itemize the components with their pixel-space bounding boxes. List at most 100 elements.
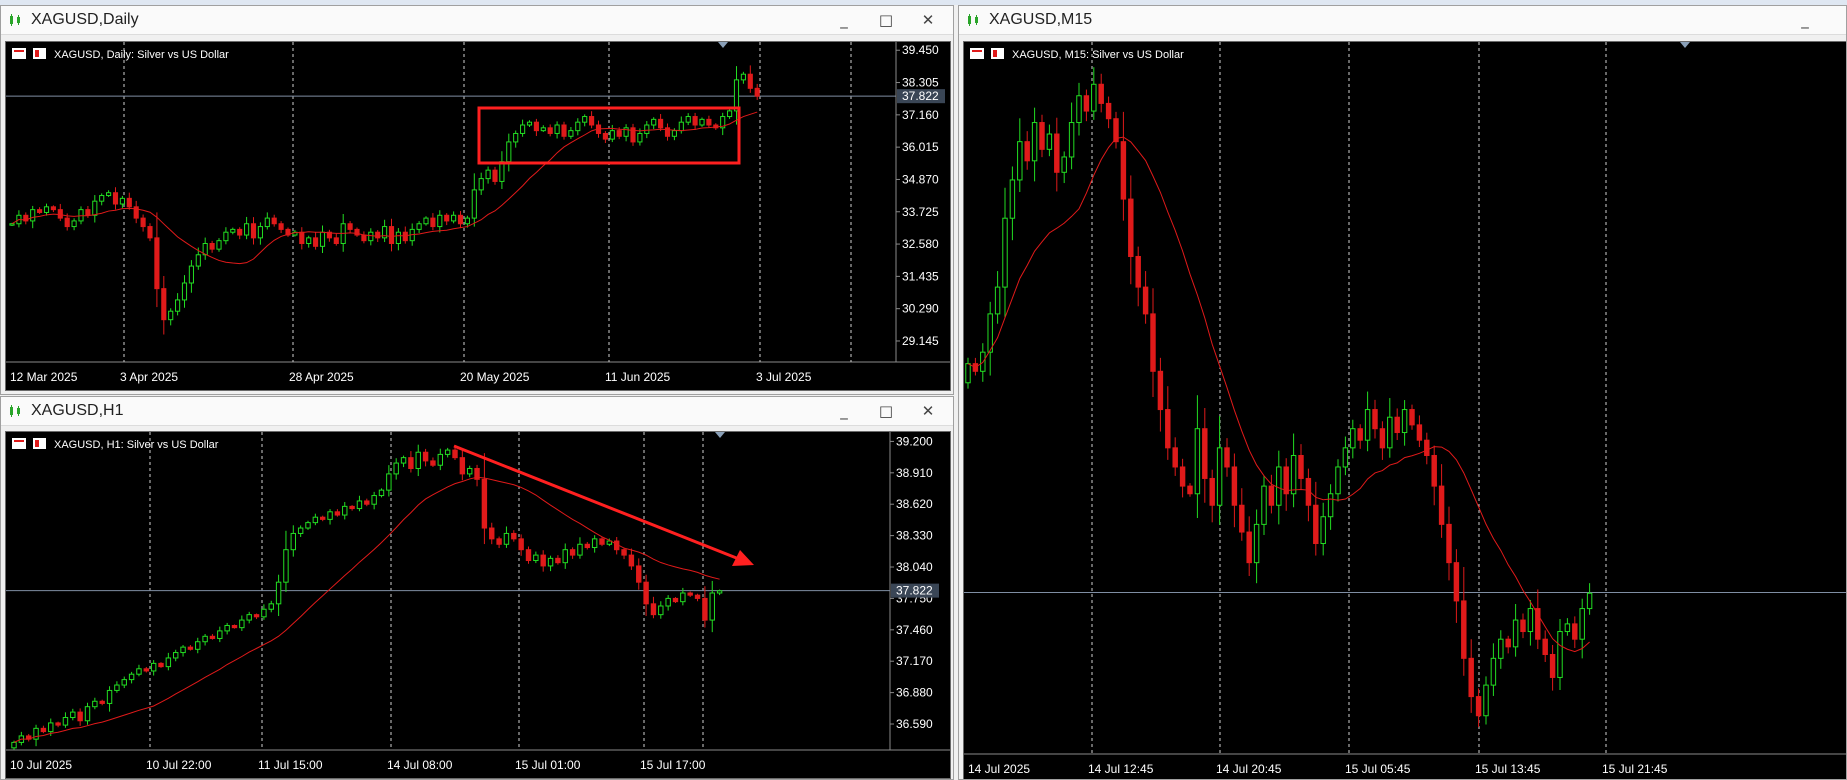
price-tick-label: 38.330	[896, 529, 933, 543]
candle-body	[658, 118, 664, 129]
candle-body	[1076, 95, 1082, 124]
candle-body	[1416, 424, 1423, 441]
daily-chart-area[interactable]: 12 Mar 2025 3 Apr 2025 28 Apr 2025 20 May 2…	[5, 41, 951, 391]
date-tick-label: 14 Jul 2025	[968, 762, 1030, 776]
date-tick-label: 14 Jul 12:45	[1088, 762, 1154, 776]
candle-body	[1520, 619, 1526, 633]
daily-candlestick-chart[interactable]: 12 Mar 2025 3 Apr 2025 28 Apr 2025 20 May 2…	[6, 42, 950, 390]
candle-body	[92, 700, 98, 708]
m15-candlestick-chart[interactable]: 14 Jul 2025 14 Jul 12:45 14 Jul 20:45 15 Ju…	[964, 42, 1847, 780]
candle-body	[1216, 447, 1223, 506]
candle-body	[740, 73, 746, 81]
close-button[interactable]: ✕	[917, 400, 939, 422]
chart-properties-icon	[12, 438, 26, 449]
candle-body	[1350, 428, 1356, 449]
candle-body	[457, 214, 464, 225]
candle-body	[402, 231, 408, 242]
minimize-button[interactable]: _	[833, 9, 855, 31]
date-tick-label: 15 Jul 21:45	[1602, 762, 1668, 776]
chart-window-daily[interactable]: XAGUSD,Daily _ □ ✕ 12 Mar 2025 3 Apr 2025…	[0, 5, 954, 395]
candle-body	[313, 237, 319, 247]
m15-chart-area[interactable]: 14 Jul 2025 14 Jul 12:45 14 Jul 20:45 15 Ju…	[963, 41, 1847, 780]
candle-body	[356, 500, 363, 510]
candle-body	[1453, 562, 1460, 602]
candle-body	[1401, 409, 1408, 434]
candle-body	[223, 231, 229, 242]
candle-body	[378, 489, 385, 497]
candle-body	[246, 614, 252, 621]
candle-body	[1512, 619, 1519, 648]
candle-body	[1187, 485, 1193, 495]
candle-body	[471, 189, 477, 219]
symbol-icon-mark	[993, 50, 997, 57]
candle-body	[1527, 608, 1534, 633]
h1-candlestick-chart[interactable]: 10 Jul 2025 10 Jul 22:00 11 Jul 15:00 14 Ju…	[6, 432, 950, 778]
candle-body	[651, 118, 657, 126]
candle-body	[526, 121, 533, 126]
candle-body	[540, 127, 546, 132]
candle-body	[64, 217, 70, 228]
date-tick-label: 11 Jun 2025	[605, 370, 670, 384]
candle-body	[209, 635, 216, 639]
candle-body	[602, 132, 608, 140]
candle-body	[680, 592, 686, 603]
candle-body	[305, 522, 311, 529]
price-tick-label: 32.580	[902, 237, 939, 251]
candle-body	[747, 73, 753, 89]
maximize-button[interactable]: □	[875, 400, 897, 422]
candle-body	[1024, 141, 1030, 162]
candle-body	[371, 495, 377, 505]
candle-body	[555, 557, 561, 564]
date-tick-label: 12 Mar 2025	[10, 370, 78, 384]
candle-body	[1364, 409, 1371, 441]
candle-body	[423, 217, 429, 225]
candle-body	[1298, 454, 1304, 479]
chart-symbol-label: XAGUSD, Daily: Silver vs US Dollar	[54, 49, 229, 61]
candle-body	[492, 169, 498, 182]
maximize-button[interactable]: □	[875, 9, 897, 31]
candle-body	[334, 511, 341, 516]
candle-body	[1231, 466, 1238, 506]
minimize-button[interactable]: _	[1794, 9, 1816, 31]
candle-body	[224, 624, 230, 632]
candle-body	[165, 657, 172, 668]
candle-body	[395, 231, 401, 244]
candle-body	[168, 310, 174, 321]
window-titlebar[interactable]: XAGUSD,H1 _ □ ✕	[1, 397, 953, 426]
window-title: XAGUSD,M15	[989, 11, 1093, 28]
candle-body	[48, 722, 54, 733]
h1-chart-area[interactable]: 10 Jul 2025 10 Jul 22:00 11 Jul 15:00 14 Ju…	[5, 431, 951, 779]
window-titlebar[interactable]: XAGUSD,M15 _	[959, 6, 1846, 35]
candle-body	[1409, 409, 1415, 426]
candle-body	[175, 299, 181, 312]
moving-average-line	[967, 136, 1590, 653]
candle-body	[99, 195, 105, 202]
window-titlebar[interactable]: XAGUSD,Daily _ □ ✕	[1, 6, 953, 35]
candle-body	[1202, 428, 1208, 479]
candle-body	[230, 228, 236, 233]
candle-body	[459, 457, 466, 475]
date-tick-label: 10 Jul 2025	[10, 758, 72, 772]
candle-body	[422, 451, 429, 462]
candle-body	[77, 711, 83, 722]
candle-body	[50, 206, 56, 211]
candle-body	[451, 214, 457, 222]
candle-body	[1194, 428, 1201, 495]
candle-body	[188, 265, 194, 284]
candle-body	[665, 597, 671, 607]
candle-body	[1475, 696, 1482, 717]
close-button[interactable]: ✕	[917, 9, 939, 31]
candle-body	[30, 209, 36, 222]
minimize-button[interactable]: _	[833, 400, 855, 422]
chart-window-m15[interactable]: XAGUSD,M15 _ 14 Jul 2025 14 Jul 12:45 14 J…	[958, 5, 1847, 780]
chart-properties-icon-stripe	[14, 50, 24, 52]
candle-body	[261, 608, 267, 618]
candle-body	[1098, 83, 1104, 104]
candle-body	[965, 363, 971, 384]
candle-body	[312, 516, 319, 524]
candle-body	[327, 511, 333, 520]
candle-body	[561, 124, 567, 137]
chart-window-h1[interactable]: XAGUSD,H1 _ □ ✕ 10 Jul 2025 10 Jul 22:00 1…	[0, 396, 954, 780]
date-tick-label: 3 Apr 2025	[120, 370, 178, 384]
date-tick-label: 14 Jul 08:00	[387, 758, 453, 772]
